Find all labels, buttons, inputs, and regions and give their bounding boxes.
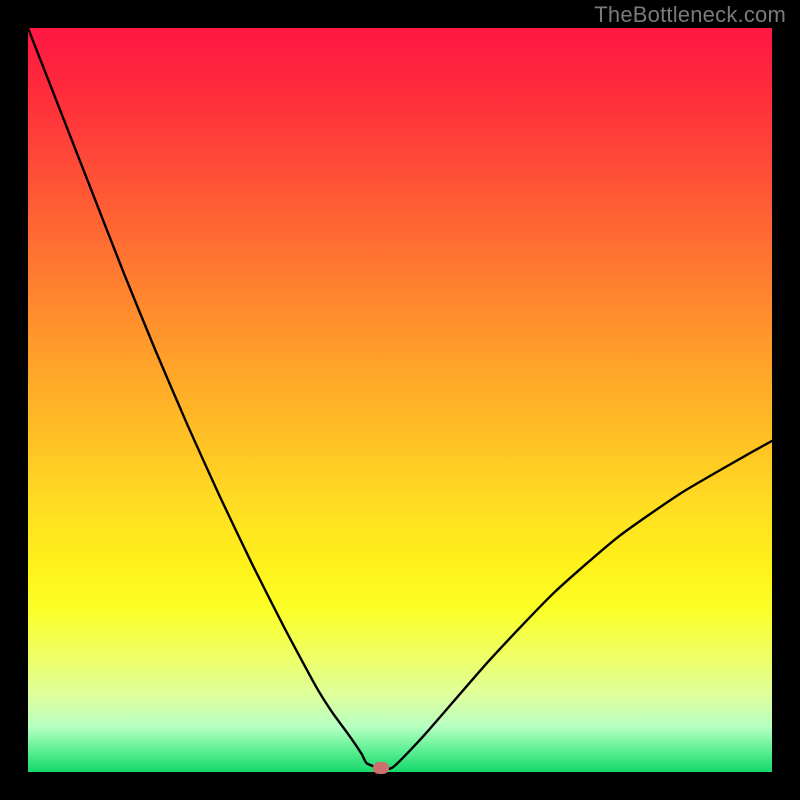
optimal-point-marker <box>373 762 389 774</box>
watermark-text: TheBottleneck.com <box>594 2 786 28</box>
plot-area <box>28 28 772 772</box>
bottleneck-curve <box>28 28 772 772</box>
chart-frame: TheBottleneck.com <box>0 0 800 800</box>
